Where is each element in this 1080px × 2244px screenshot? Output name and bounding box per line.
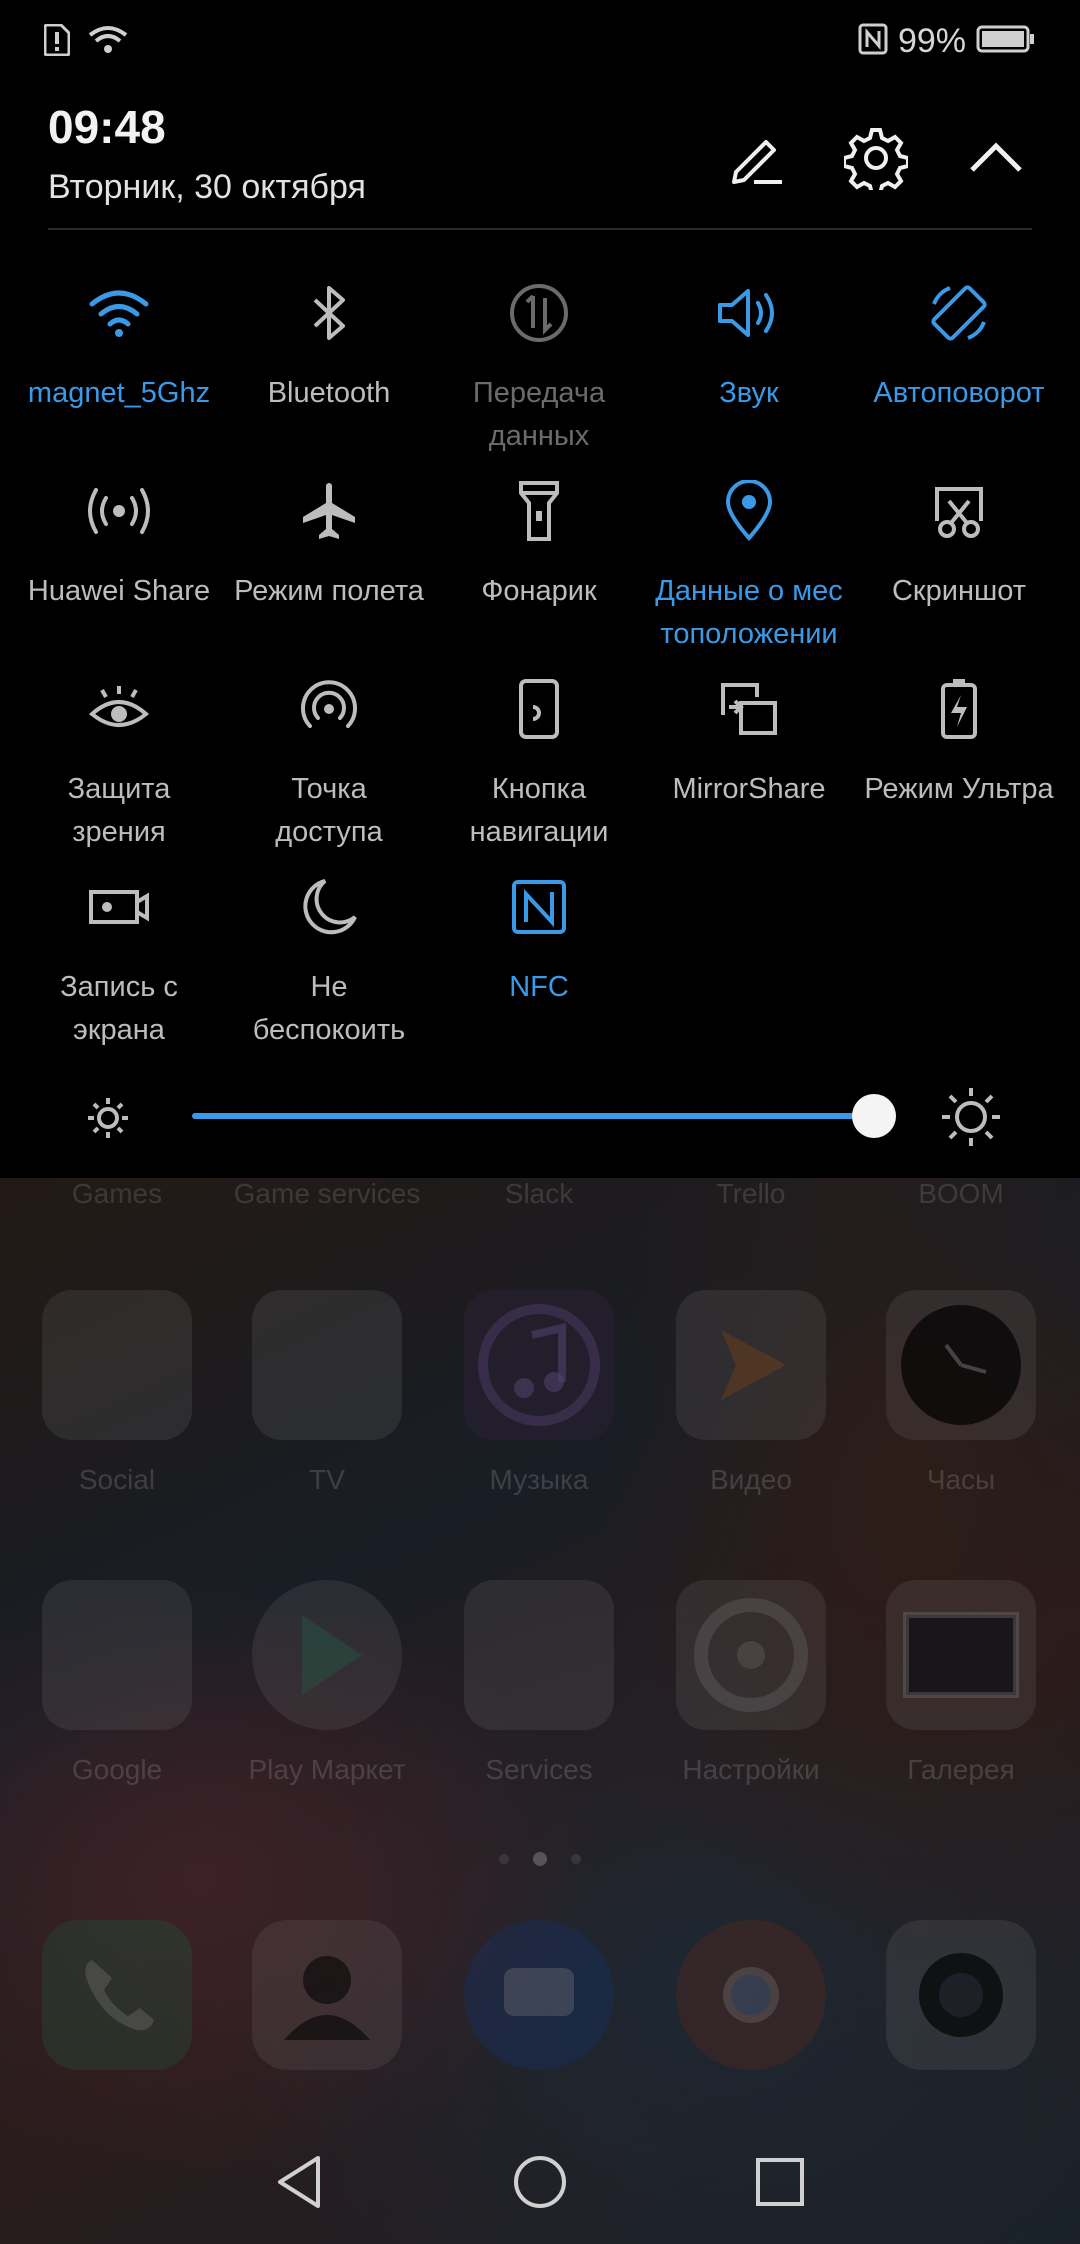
home-icon[interactable] — [500, 2142, 580, 2222]
bluetooth-icon — [224, 268, 434, 358]
tile-label: Режим Ультра — [864, 773, 1054, 805]
tile-screen-record[interactable]: Запись с экрана — [14, 862, 224, 1052]
notification-panel: 99% 09:48 Вторник, 30 октября magnet_5Gh… — [0, 0, 1080, 1178]
tile-huawei-share[interactable]: Huawei Share — [14, 466, 224, 613]
tile-label: NFC — [509, 971, 569, 1003]
tile-auto-rotate[interactable]: Автоповорот — [854, 268, 1064, 415]
recents-icon[interactable] — [740, 2142, 820, 2222]
brightness-high-icon — [940, 1086, 1002, 1153]
navigation-bar — [0, 2120, 1080, 2244]
tile-label: Не беспокоить — [252, 971, 406, 1046]
brightness-low-icon — [86, 1096, 130, 1145]
tile-eye-protection[interactable]: Защита зрения — [14, 664, 224, 854]
tile-mirrorshare[interactable]: MirrorShare — [644, 664, 854, 811]
tile-airplane[interactable]: Режим полета — [224, 466, 434, 613]
tile-location[interactable]: Данные о мес тоположении — [644, 466, 854, 656]
nav-button-icon — [434, 664, 644, 754]
tile-label: MirrorShare — [672, 773, 826, 805]
dim-overlay — [0, 1178, 1080, 2244]
status-bar: 99% — [0, 0, 1080, 86]
tile-label: Запись с экрана — [60, 971, 178, 1046]
back-icon[interactable] — [260, 2142, 340, 2222]
date: Вторник, 30 октября — [48, 168, 366, 206]
mirrorshare-icon — [644, 664, 854, 754]
collapse-icon[interactable] — [956, 118, 1036, 198]
tile-label: Данные о мес тоположении — [655, 575, 843, 650]
wifi-icon — [14, 268, 224, 358]
header-divider — [48, 228, 1032, 230]
tile-label: Передача данных — [472, 377, 606, 452]
tile-label: Звук — [719, 377, 779, 409]
tile-dnd[interactable]: Не беспокоить — [224, 862, 434, 1052]
brightness-row — [0, 1080, 1080, 1150]
tile-label: Фонарик — [481, 575, 597, 607]
alert-icon — [43, 23, 71, 61]
tile-nav-button[interactable]: Кнопка навигации — [434, 664, 644, 854]
sound-icon — [644, 268, 854, 358]
tile-mobile-data[interactable]: Передача данных — [434, 268, 644, 458]
tile-label: Скриншот — [891, 575, 1026, 607]
hotspot-icon — [224, 664, 434, 754]
nfc-icon — [858, 23, 888, 60]
battery-icon — [976, 24, 1036, 59]
auto-rotate-icon — [854, 268, 1064, 358]
tile-label: Кнопка навигации — [469, 773, 609, 848]
tile-label: Защита зрения — [67, 773, 171, 848]
edit-icon[interactable] — [716, 118, 796, 198]
tile-nfc[interactable]: NFC — [434, 862, 644, 1009]
mobile-data-icon — [434, 268, 644, 358]
home-screen-background: Games Game services Slack Trello BOOM So… — [0, 1178, 1080, 2244]
screenshot-icon — [854, 466, 1064, 556]
tile-hotspot[interactable]: Точка доступа — [224, 664, 434, 854]
eye-icon — [14, 664, 224, 754]
location-icon — [644, 466, 854, 556]
screen-record-icon — [14, 862, 224, 952]
brightness-slider[interactable] — [192, 1113, 874, 1119]
tile-flashlight[interactable]: Фонарик — [434, 466, 644, 613]
airplane-icon — [224, 466, 434, 556]
wifi-icon — [88, 25, 128, 60]
tile-label: Автоповорот — [873, 377, 1045, 409]
tile-label: magnet_5Ghz — [27, 377, 211, 409]
nfc-icon — [434, 862, 644, 952]
tile-sound[interactable]: Звук — [644, 268, 854, 415]
tile-ultra-mode[interactable]: Режим Ультра — [854, 664, 1064, 811]
tile-label: Bluetooth — [267, 377, 391, 409]
battery-percent: 99% — [897, 22, 966, 60]
tile-label: Huawei Share — [27, 575, 211, 607]
flashlight-icon — [434, 466, 644, 556]
tile-wifi[interactable]: magnet_5Ghz — [14, 268, 224, 415]
tile-label: Точка доступа — [275, 773, 383, 848]
tile-screenshot[interactable]: Скриншот — [854, 466, 1064, 613]
tile-bluetooth[interactable]: Bluetooth — [224, 268, 434, 415]
clock: 09:48 — [48, 101, 166, 153]
ultra-battery-icon — [854, 664, 1064, 754]
tile-label: Режим полета — [234, 575, 424, 607]
brightness-thumb[interactable] — [852, 1094, 896, 1138]
huawei-share-icon — [14, 466, 224, 556]
settings-icon[interactable] — [836, 118, 916, 198]
moon-icon — [224, 862, 434, 952]
